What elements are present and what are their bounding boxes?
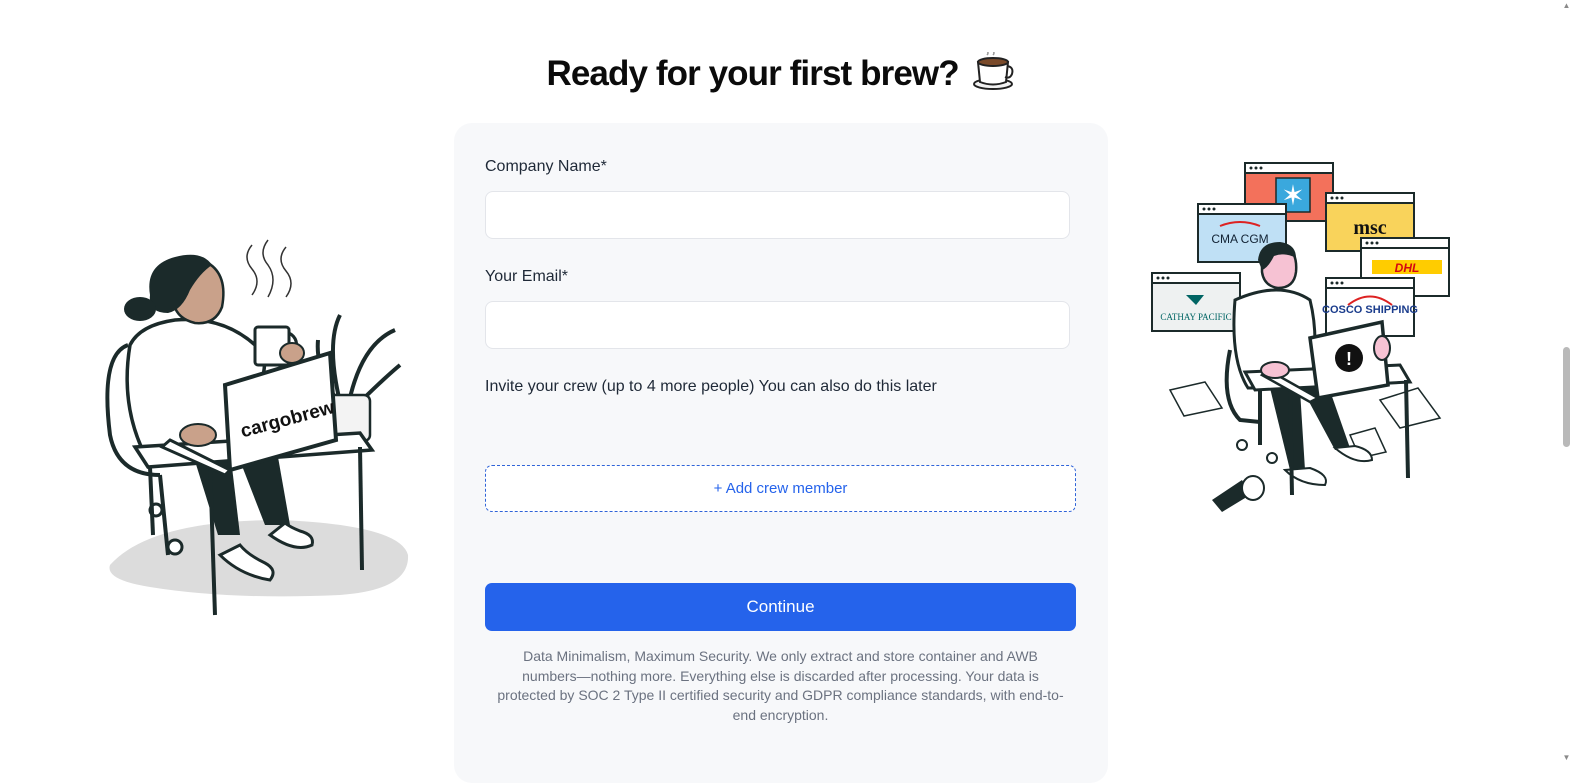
scrollbar-thumb[interactable] [1563,347,1570,447]
cathay-pacific-logo: CATHAY PACIFIC [1160,312,1231,322]
email-label: Your Email* [485,268,569,285]
page-title: Ready for your first brew? [0,50,1560,99]
scroll-up-arrow-icon[interactable]: ▲ [1562,2,1571,10]
dhl-logo: DHL [1395,261,1420,275]
continue-button-label: Continue [746,597,815,616]
cosco-logo: COSCO SHIPPING [1322,304,1418,316]
man-carrier-windows-illustration: ✶ CMA CGM msc DHL CATHAY PACIFIC COSCO S… [1150,160,1450,515]
page-title-text: Ready for your first brew? [546,53,959,93]
email-input[interactable] [485,301,1070,349]
msc-logo: msc [1353,217,1386,239]
company-name-label: Company Name* [485,158,607,175]
exclamation-icon: ! [1346,349,1352,369]
cma-cgm-logo: CMA CGM [1211,232,1268,246]
add-crew-member-label: + Add crew member [713,480,848,497]
continue-button[interactable]: Continue [485,583,1076,631]
woman-laptop-illustration: cargobrew [90,235,420,625]
coffee-cup-icon [972,50,1014,99]
invite-crew-text: Invite your crew (up to 4 more people) Y… [485,378,937,395]
security-disclaimer: Data Minimalism, Maximum Security. We on… [497,648,1064,723]
add-crew-member-button[interactable]: + Add crew member [485,465,1076,512]
scroll-down-arrow-icon[interactable]: ▼ [1562,754,1571,762]
company-name-input[interactable] [485,191,1070,239]
